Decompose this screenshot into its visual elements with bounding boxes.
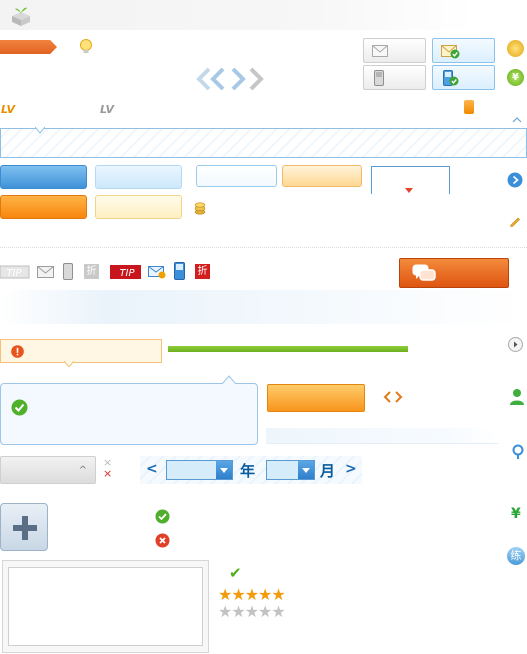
yen-icon[interactable]: ¥ (511, 506, 521, 522)
warning-pointer (64, 361, 74, 367)
month-select[interactable] (266, 460, 315, 480)
dropdown-tab[interactable] (371, 166, 450, 194)
add-button[interactable] (0, 503, 48, 551)
peach-button[interactable] (282, 165, 362, 187)
vip-red-icon: TIP (110, 265, 141, 279)
tooltip-pointer (222, 375, 236, 384)
lightbulb-icon (80, 39, 92, 53)
primary-blue-button[interactable] (0, 165, 87, 189)
cube-logo-icon (12, 7, 30, 26)
date-picker: < 年 月 > (140, 456, 362, 484)
level-label-inactive: LV (100, 103, 115, 116)
mobile-check-icon (443, 70, 459, 86)
coins-stack-icon (194, 202, 206, 215)
vip-red-label: TIP (119, 268, 135, 279)
chevron-down-icon (216, 461, 232, 479)
error-icon (155, 533, 170, 548)
circle-arrow-icon[interactable] (508, 337, 523, 352)
gold-coin-icon (507, 40, 524, 57)
chevron-right-icon[interactable]: > (345, 461, 357, 477)
mobile-blue-icon (174, 262, 185, 280)
plus-icon (13, 516, 37, 540)
search-icon[interactable] (511, 444, 525, 460)
text-area[interactable] (8, 567, 203, 646)
primary-orange-button[interactable] (0, 195, 87, 219)
rating-stars-filled[interactable]: ★★★★★ (218, 587, 286, 603)
decorative-band (0, 290, 527, 324)
success-tooltip (0, 383, 258, 445)
envelope-icon (372, 45, 388, 57)
vip-grey-icon: TIP (0, 265, 30, 279)
practice-icon[interactable]: 练 (507, 547, 525, 565)
discount-red-badge: 折 (195, 264, 210, 279)
caret-up-icon[interactable] (512, 116, 522, 124)
envelope-blue-check-icon (148, 266, 166, 279)
nav-arrows-icon[interactable] (195, 67, 265, 91)
white-button[interactable] (196, 165, 277, 187)
circle-play-icon[interactable] (507, 172, 523, 188)
year-label: 年 (240, 462, 256, 480)
level-progress-band (0, 128, 527, 158)
top-bar (0, 0, 527, 30)
checkmark-icon: ✔ (229, 564, 242, 582)
status-icons-row: TIP 折 TIP 折 (0, 262, 220, 282)
pencil-icon[interactable] (509, 215, 521, 227)
warning-message (0, 339, 162, 363)
phone-verified-button[interactable] (432, 65, 495, 90)
divider (0, 247, 527, 248)
cream-button[interactable] (95, 195, 182, 219)
envelope-check-icon (441, 45, 460, 59)
text-area-frame (2, 560, 209, 653)
yen-coin-icon: ¥ (507, 69, 524, 86)
orange-arrow-badge[interactable] (464, 100, 474, 114)
band-pointer-icon (35, 126, 45, 134)
light-band (266, 428, 498, 444)
warning-icon (11, 345, 24, 358)
close-red-icon[interactable]: × (103, 468, 112, 479)
envelope-grey-icon (37, 266, 54, 278)
orange-tag-button[interactable] (0, 40, 57, 54)
success-icon (155, 509, 170, 524)
mobile-grey-icon (63, 263, 73, 280)
rating-stars-empty[interactable]: ★★★★★ (218, 604, 286, 620)
mail-button[interactable] (363, 38, 426, 63)
month-label: 月 (320, 462, 336, 480)
light-blue-button[interactable] (95, 165, 182, 189)
success-check-icon (11, 399, 28, 416)
phone-button[interactable] (363, 65, 426, 90)
dropdown-arrow-icon (405, 188, 413, 193)
vip-grey-label: TIP (6, 268, 22, 279)
mobile-phone-icon (374, 70, 384, 86)
chevron-up-icon: ^ (78, 465, 87, 476)
select-box[interactable]: ^ (0, 456, 96, 484)
mail-verified-button[interactable] (432, 38, 495, 63)
chevron-down-icon (298, 461, 314, 479)
orange-action-button[interactable] (267, 384, 365, 412)
chat-button[interactable] (399, 258, 509, 288)
chat-bubbles-icon (412, 264, 436, 281)
progress-bar (168, 346, 408, 352)
discount-grey-badge: 折 (84, 264, 99, 279)
year-select[interactable] (166, 460, 233, 480)
user-icon[interactable] (509, 388, 525, 406)
chevron-left-icon[interactable]: < (146, 461, 158, 477)
level-label-active: LV (1, 103, 16, 116)
code-brackets-icon[interactable] (383, 391, 403, 403)
